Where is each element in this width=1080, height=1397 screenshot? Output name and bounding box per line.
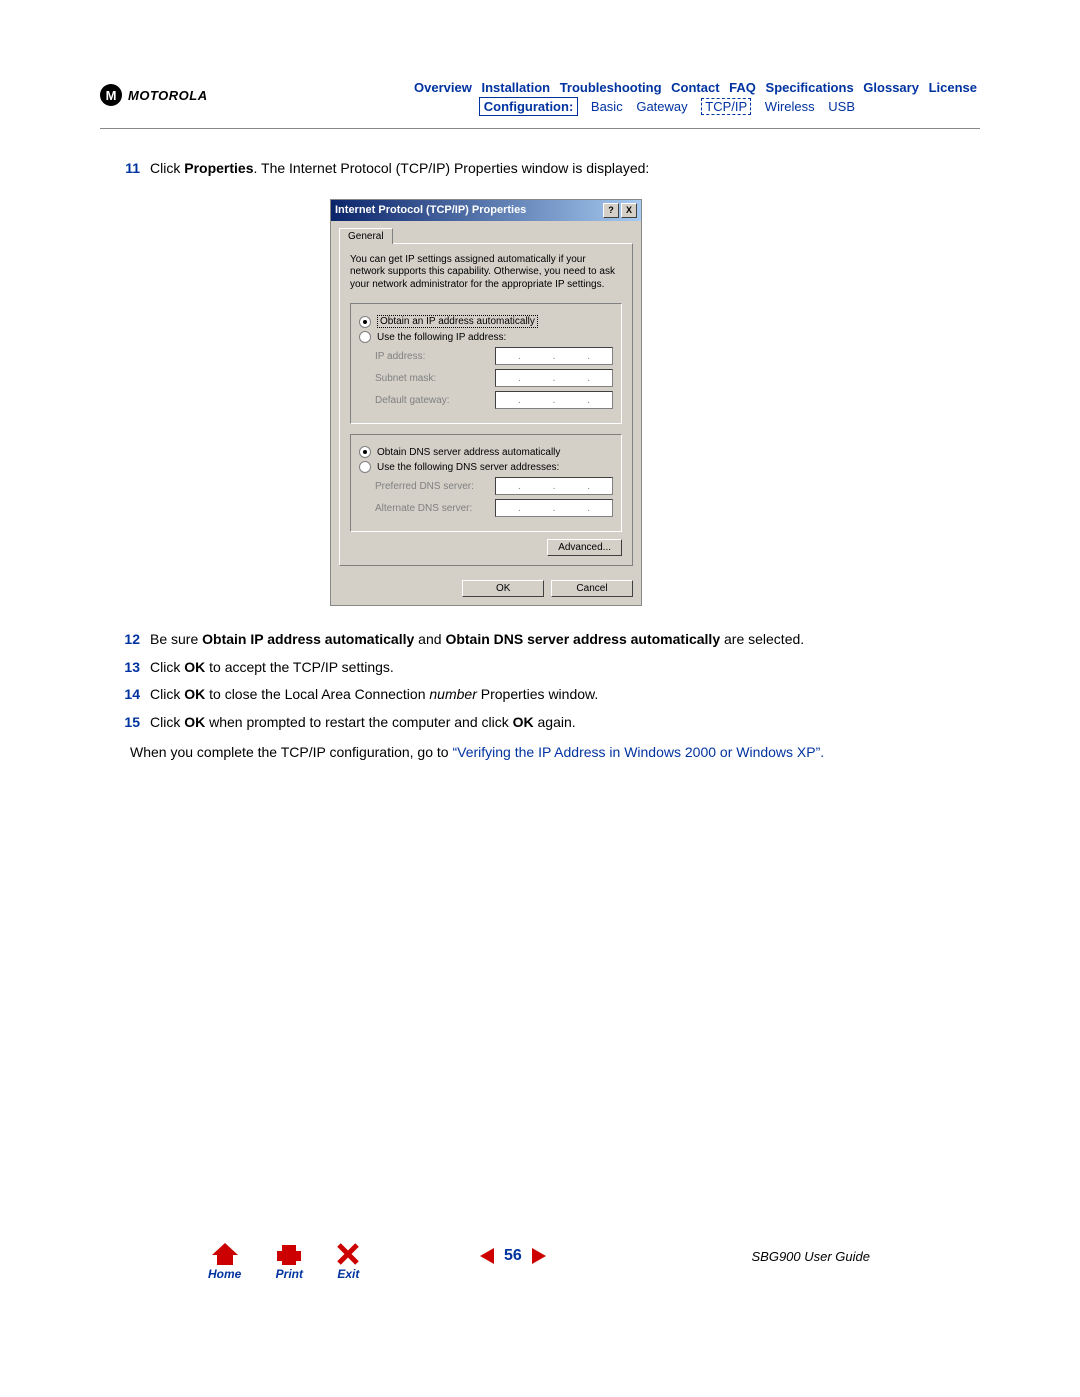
advanced-button[interactable]: Advanced... [547,539,622,556]
motorola-batwing-icon: M [100,84,122,106]
close-button[interactable]: X [621,203,637,218]
radio-auto-dns[interactable] [359,446,371,458]
ip-address-input[interactable]: ... [495,347,613,365]
step-number: 13 [100,658,150,678]
dialog-title: Internet Protocol (TCP/IP) Properties [335,204,526,216]
preferred-dns-label: Preferred DNS server: [375,481,495,492]
subnav-tcpip[interactable]: TCP/IP [701,98,751,115]
prev-page-button[interactable] [480,1248,494,1264]
exit-button[interactable]: Exit [337,1243,359,1281]
step-number: 14 [100,685,150,705]
radio-manual-ip-label: Use the following IP address: [377,332,506,343]
tab-general[interactable]: General [339,228,393,244]
alternate-dns-input[interactable]: ... [495,499,613,517]
step-13: 13 Click OK to accept the TCP/IP setting… [100,658,980,678]
nav-faq[interactable]: FAQ [729,80,756,95]
brand-name: MOTOROLA [128,88,208,103]
nav-troubleshooting[interactable]: Troubleshooting [560,80,662,95]
radio-auto-ip-label: Obtain an IP address automatically [377,315,538,328]
subnav-usb[interactable]: USB [828,99,855,114]
subnet-mask-label: Subnet mask: [375,373,495,384]
step-number: 15 [100,713,150,733]
step-text: Click OK to close the Local Area Connect… [150,685,980,705]
print-button[interactable]: Print [275,1243,303,1281]
dialog-intro-text: You can get IP settings assigned automat… [350,254,622,292]
step-number: 11 [100,159,150,179]
guide-title: SBG900 User Guide [751,1249,870,1264]
subnet-mask-input[interactable]: ... [495,369,613,387]
preferred-dns-input[interactable]: ... [495,477,613,495]
home-icon [212,1243,238,1265]
dialog-titlebar: Internet Protocol (TCP/IP) Properties ? … [331,200,641,221]
print-icon [275,1243,303,1265]
default-gateway-input[interactable]: ... [495,391,613,409]
nav-contact[interactable]: Contact [671,80,719,95]
next-page-button[interactable] [532,1248,546,1264]
default-gateway-label: Default gateway: [375,395,495,406]
nav-specifications[interactable]: Specifications [766,80,854,95]
ip-address-label: IP address: [375,351,495,362]
ok-button[interactable]: OK [462,580,544,597]
sub-nav-label: Configuration: [479,97,579,116]
page-number: 56 [504,1247,522,1265]
step-number: 12 [100,630,150,650]
subnav-wireless[interactable]: Wireless [765,99,815,114]
nav-installation[interactable]: Installation [481,80,550,95]
step-14: 14 Click OK to close the Local Area Conn… [100,685,980,705]
ip-group: Obtain an IP address automatically Use t… [350,303,622,424]
step-text: Click OK when prompted to restart the co… [150,713,980,733]
help-button[interactable]: ? [603,203,619,218]
verify-ip-link[interactable]: Verifying the IP Address in Windows 2000… [457,744,815,760]
radio-manual-dns-label: Use the following DNS server addresses: [377,462,559,473]
step-text: Click Properties. The Internet Protocol … [150,159,980,179]
step-11: 11 Click Properties. The Internet Protoc… [100,159,980,179]
step-15: 15 Click OK when prompted to restart the… [100,713,980,733]
radio-manual-dns[interactable] [359,461,371,473]
nav-license[interactable]: License [929,80,977,95]
cancel-button[interactable]: Cancel [551,580,633,597]
alternate-dns-label: Alternate DNS server: [375,503,495,514]
step-text: Be sure Obtain IP address automatically … [150,630,980,650]
subnav-basic[interactable]: Basic [591,99,623,114]
page-nav: 56 [480,1247,546,1265]
dns-group: Obtain DNS server address automatically … [350,434,622,532]
nav-overview[interactable]: Overview [414,80,472,95]
radio-auto-dns-label: Obtain DNS server address automatically [377,447,560,458]
nav-glossary[interactable]: Glossary [863,80,919,95]
sub-nav: Configuration: Basic Gateway TCP/IP Wire… [411,99,860,114]
home-button[interactable]: Home [208,1243,241,1281]
radio-auto-ip[interactable] [359,316,371,328]
step-12: 12 Be sure Obtain IP address automatical… [100,630,980,650]
step-text: Click OK to accept the TCP/IP settings. [150,658,980,678]
exit-icon [337,1243,359,1265]
closing-paragraph: When you complete the TCP/IP configurati… [130,742,980,762]
radio-manual-ip[interactable] [359,331,371,343]
brand-logo: M MOTOROLA [100,84,208,106]
subnav-gateway[interactable]: Gateway [636,99,687,114]
top-nav: Overview Installation Troubleshooting Co… [411,80,980,95]
tcpip-properties-dialog: Internet Protocol (TCP/IP) Properties ? … [330,199,642,607]
header-divider [100,128,980,129]
